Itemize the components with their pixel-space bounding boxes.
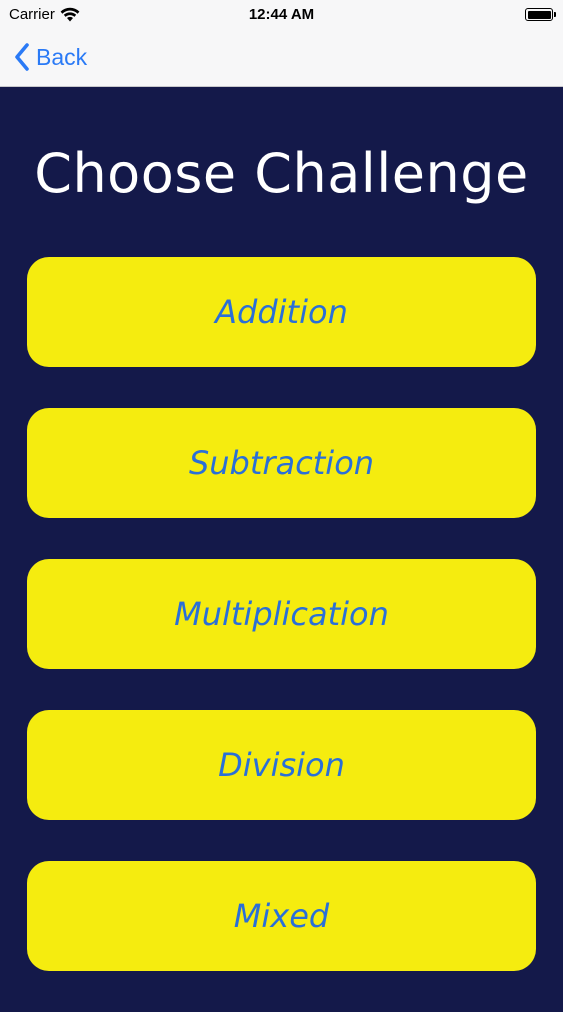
status-time: 12:44 AM: [248, 6, 315, 23]
mixed-button[interactable]: Mixed: [27, 861, 536, 971]
back-label: Back: [36, 43, 88, 70]
multiplication-button[interactable]: Multiplication: [27, 559, 536, 669]
battery-icon: [525, 8, 556, 21]
status-bar: Carrier 12:44 AM: [0, 0, 563, 30]
subtraction-button[interactable]: Subtraction: [27, 408, 536, 518]
page-title: Choose Challenge: [34, 142, 529, 205]
back-button[interactable]: Back: [14, 40, 87, 74]
chevron-left-icon: [15, 43, 29, 71]
division-button[interactable]: Division: [27, 710, 536, 820]
navigation-bar: Back: [0, 30, 563, 87]
battery-level: [527, 10, 551, 19]
challenge-list: Addition Subtraction Multiplication Divi…: [27, 257, 536, 1012]
addition-button[interactable]: Addition: [27, 257, 536, 367]
